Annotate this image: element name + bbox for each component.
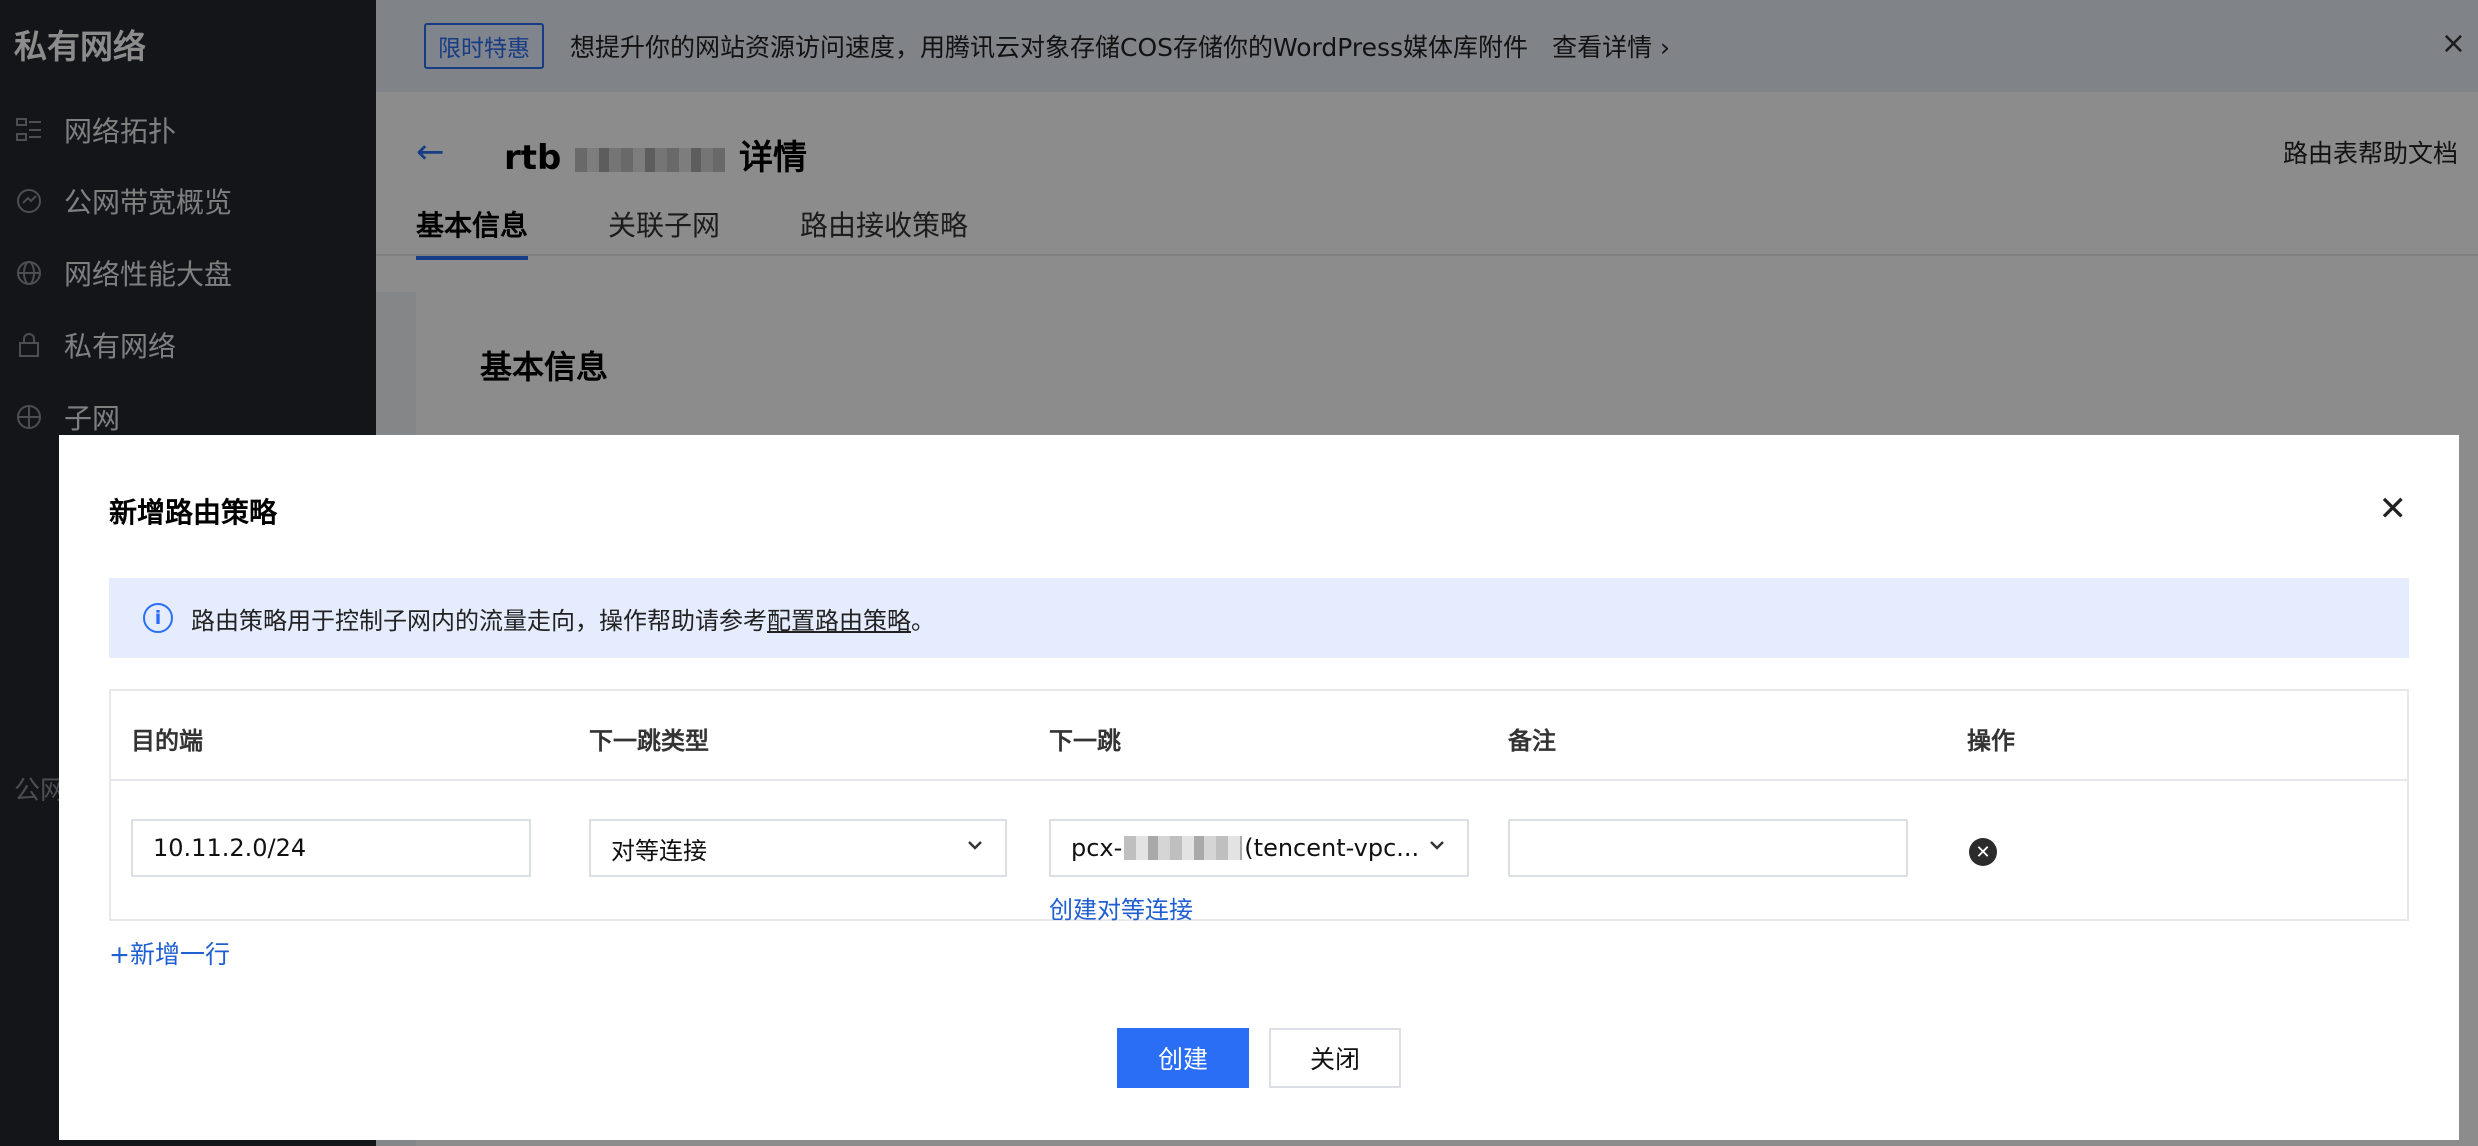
chevron-down-icon (965, 835, 985, 861)
chevron-down-icon (1427, 835, 1447, 861)
remark-input[interactable] (1508, 819, 1908, 877)
next-hop-type-select[interactable]: 对等连接 (589, 819, 1007, 877)
column-header-remark: 备注 (1508, 727, 1556, 755)
next-hop-select[interactable]: pcx- (tencent-vpc... (1049, 819, 1469, 877)
add-row-link[interactable]: +新增一行 (109, 935, 230, 971)
close-button[interactable]: 关闭 (1269, 1028, 1401, 1088)
close-icon[interactable]: ✕ (2379, 489, 2408, 529)
column-header-next-hop: 下一跳 (1049, 727, 1121, 755)
create-peering-link[interactable]: 创建对等连接 (1049, 890, 1193, 925)
destination-input[interactable]: 10.11.2.0/24 (131, 819, 531, 877)
create-button[interactable]: 创建 (1117, 1028, 1249, 1088)
route-table: 目的端 下一跳类型 下一跳 备注 操作 10.11.2.0/24 对等连接 pc… (109, 689, 2409, 924)
column-header-actions: 操作 (1967, 727, 2015, 755)
redacted-id (1124, 836, 1243, 860)
column-header-next-hop-type: 下一跳类型 (589, 727, 709, 755)
info-text-end: 。 (911, 606, 935, 635)
info-text: 路由策略用于控制子网内的流量走向，操作帮助请参考 (191, 606, 767, 635)
destination-value: 10.11.2.0/24 (153, 834, 307, 862)
add-route-policy-modal: 新增路由策略 ✕ i 路由策略用于控制子网内的流量走向，操作帮助请参考 配置路由… (59, 435, 2459, 1140)
configure-route-policy-link[interactable]: 配置路由策略 (767, 601, 911, 636)
next-hop-prefix: pcx- (1071, 834, 1123, 862)
table-header: 目的端 下一跳类型 下一跳 备注 操作 (111, 691, 2407, 781)
modal-title: 新增路由策略 (109, 496, 278, 529)
next-hop-suffix: (tencent-vpc... (1244, 834, 1420, 862)
info-icon: i (143, 603, 173, 633)
info-banner: i 路由策略用于控制子网内的流量走向，操作帮助请参考 配置路由策略 。 (109, 578, 2409, 658)
next-hop-type-value: 对等连接 (611, 836, 707, 865)
column-header-destination: 目的端 (131, 727, 203, 755)
remove-row-icon[interactable]: ✕ (1969, 838, 1997, 866)
